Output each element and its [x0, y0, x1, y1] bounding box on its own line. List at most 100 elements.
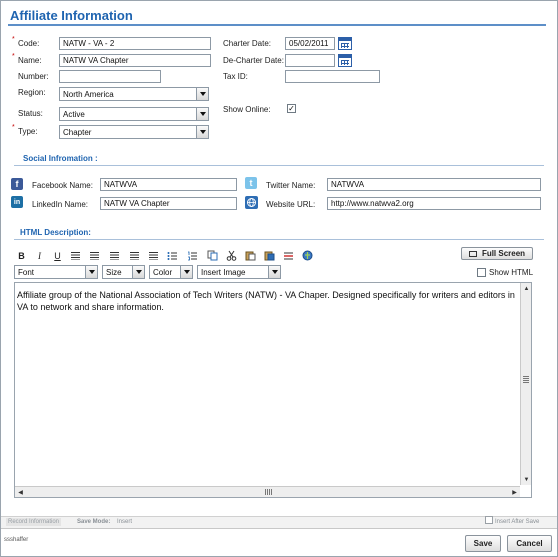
linkedin-label: LinkedIn Name:: [32, 200, 89, 209]
insert-image-select-value: Insert Image: [201, 268, 246, 277]
name-field[interactable]: NATW VA Chapter: [59, 54, 211, 67]
align-center-icon[interactable]: [128, 249, 141, 262]
align-left-icon[interactable]: [108, 249, 121, 262]
record-information-tab[interactable]: Record Information: [6, 518, 62, 526]
status-label: Status:: [18, 109, 43, 118]
chevron-down-icon: [268, 266, 280, 278]
paste-icon[interactable]: [244, 249, 257, 262]
charter-date-label: Charter Date:: [223, 39, 272, 48]
link-icon[interactable]: [301, 249, 314, 262]
indent-icon[interactable]: [88, 249, 101, 262]
social-section-title: Social Infromation :: [23, 154, 98, 163]
html-editor[interactable]: Affiliate group of the National Associat…: [14, 282, 532, 498]
name-label: * Name:: [12, 53, 42, 65]
numbered-list-icon[interactable]: [186, 249, 199, 262]
type-label: * Type:: [12, 124, 38, 136]
chevron-down-icon: [85, 266, 97, 278]
scroll-up-icon[interactable]: ▲: [521, 283, 532, 294]
editor-content[interactable]: Affiliate group of the National Associat…: [17, 289, 517, 313]
insert-after-save-label: Insert After Save: [495, 519, 540, 525]
linkedin-field[interactable]: NATW VA Chapter: [100, 197, 237, 210]
twitter-field[interactable]: NATWVA: [327, 178, 541, 191]
decharter-date-field[interactable]: [285, 54, 335, 67]
outdent-icon[interactable]: [69, 249, 82, 262]
size-select[interactable]: Size: [102, 265, 145, 279]
facebook-icon: f: [11, 178, 23, 190]
scroll-grip-icon: [523, 376, 529, 384]
website-field[interactable]: http://www.natwva2.org: [327, 197, 541, 210]
website-label: Website URL:: [266, 200, 316, 209]
scroll-left-icon[interactable]: ◀: [15, 487, 26, 498]
tax-id-field[interactable]: [285, 70, 380, 83]
chevron-down-icon: [132, 266, 144, 278]
facebook-field[interactable]: NATWVA: [100, 178, 237, 191]
code-field[interactable]: NATW - VA - 2: [59, 37, 211, 50]
insert-after-save-checkbox[interactable]: [485, 516, 493, 524]
page-title: Affiliate Information: [10, 8, 133, 23]
cut-icon[interactable]: [225, 249, 238, 262]
color-select-value: Color: [153, 268, 173, 277]
show-html-label: Show HTML: [489, 268, 534, 277]
underline-button[interactable]: U: [51, 249, 64, 262]
type-select-value: Chapter: [63, 128, 92, 137]
html-description-title: HTML Description:: [20, 228, 91, 237]
show-html-checkbox[interactable]: [477, 268, 486, 277]
required-marker: *: [12, 124, 15, 131]
full-screen-button[interactable]: Full Screen: [461, 247, 533, 260]
section-divider: [14, 239, 544, 240]
calendar-icon[interactable]: [338, 37, 352, 50]
twitter-label: Twitter Name:: [266, 181, 316, 190]
align-right-icon[interactable]: [147, 249, 160, 262]
chevron-down-icon: [196, 126, 208, 138]
scroll-down-icon[interactable]: ▼: [521, 474, 532, 485]
region-select-value: North America: [63, 90, 114, 99]
bold-button[interactable]: B: [15, 249, 28, 262]
save-button[interactable]: Save: [465, 535, 501, 552]
bulleted-list-icon[interactable]: [166, 249, 179, 262]
code-label: * Code:: [12, 36, 40, 48]
show-online-checkbox[interactable]: ✓: [287, 104, 296, 113]
cancel-button[interactable]: Cancel: [507, 535, 552, 552]
facebook-label: Facebook Name:: [32, 181, 93, 190]
insert-image-select[interactable]: Insert Image: [197, 265, 281, 279]
linkedin-icon: in: [11, 196, 23, 208]
scroll-right-icon[interactable]: ▶: [509, 487, 520, 498]
color-select[interactable]: Color: [149, 265, 193, 279]
full-screen-icon: [468, 250, 477, 257]
charter-date-field[interactable]: 05/02/2011: [285, 37, 335, 50]
tax-id-label: Tax ID:: [223, 72, 248, 81]
paste-text-icon[interactable]: [263, 249, 276, 262]
required-marker: *: [12, 53, 15, 60]
show-online-label: Show Online:: [223, 105, 271, 114]
number-label: Number:: [18, 72, 49, 81]
font-select[interactable]: Font: [14, 265, 98, 279]
chevron-down-icon: [196, 88, 208, 100]
vertical-scrollbar[interactable]: ▲ ▼: [520, 283, 531, 485]
font-select-value: Font: [18, 268, 35, 277]
region-select[interactable]: North America: [59, 87, 209, 101]
required-marker: *: [12, 36, 15, 43]
section-divider: [14, 165, 544, 166]
number-field[interactable]: [59, 70, 161, 83]
status-select[interactable]: Active: [59, 107, 209, 121]
save-mode-value: Insert: [117, 519, 133, 525]
region-label: Region:: [18, 88, 46, 97]
scroll-grip-icon: [265, 489, 273, 495]
username: ssshaffer: [4, 537, 29, 543]
chevron-down-icon: [180, 266, 192, 278]
full-screen-label: Full Screen: [481, 249, 526, 258]
type-select[interactable]: Chapter: [59, 125, 209, 139]
twitter-icon: t: [245, 177, 257, 189]
horizontal-scrollbar[interactable]: ◀ ▶: [15, 486, 520, 497]
globe-icon: [245, 196, 258, 209]
chevron-down-icon: [196, 108, 208, 120]
italic-button[interactable]: I: [33, 249, 46, 262]
size-select-value: Size: [106, 268, 122, 277]
save-mode-label: Save Mode:: [77, 519, 111, 525]
decharter-date-label: De-Charter Date:: [223, 56, 284, 65]
calendar-icon[interactable]: [338, 54, 352, 67]
status-select-value: Active: [63, 110, 85, 119]
title-divider: [8, 24, 546, 26]
horizontal-rule-icon[interactable]: [282, 249, 295, 262]
copy-icon[interactable]: [206, 249, 219, 262]
